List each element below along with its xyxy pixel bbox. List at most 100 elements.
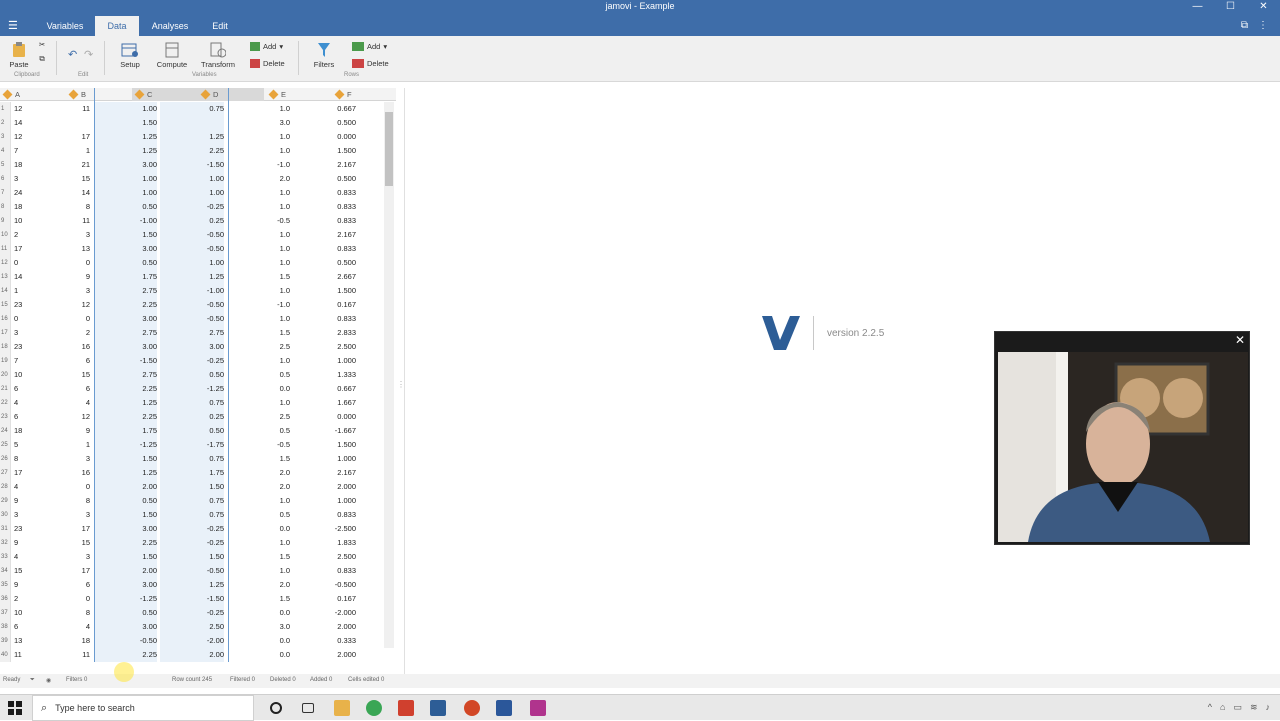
cell-d[interactable]: 0.75 <box>160 396 224 410</box>
cell-e[interactable]: 2.0 <box>240 578 290 592</box>
cell-e[interactable]: 1.5 <box>240 270 290 284</box>
column-header-e[interactable]: E <box>268 88 328 101</box>
cell-b[interactable] <box>60 116 90 130</box>
cell-d[interactable]: -0.25 <box>160 536 224 550</box>
column-header-d[interactable]: D <box>198 88 264 101</box>
cell-a[interactable]: 10 <box>14 606 54 620</box>
cell-e[interactable]: 3.0 <box>240 116 290 130</box>
cell-a[interactable]: 3 <box>14 326 54 340</box>
cell-b[interactable]: 9 <box>60 270 90 284</box>
cell-a[interactable]: 11 <box>14 648 54 662</box>
cell-a[interactable]: 17 <box>14 242 54 256</box>
compute-button[interactable]: Compute <box>154 42 190 69</box>
cell-a[interactable]: 1 <box>14 284 54 298</box>
cell-f[interactable]: 1.667 <box>300 396 356 410</box>
cell-b[interactable]: 1 <box>60 438 90 452</box>
cell-a[interactable]: 12 <box>14 102 54 116</box>
cell-f[interactable]: 0.667 <box>300 102 356 116</box>
chrome-icon[interactable] <box>366 700 382 716</box>
cell-c[interactable]: 1.50 <box>95 452 157 466</box>
cell-b[interactable]: 3 <box>60 550 90 564</box>
cell-c[interactable]: 1.00 <box>95 172 157 186</box>
cell-f[interactable]: 1.500 <box>300 438 356 452</box>
cell-b[interactable]: 11 <box>60 102 90 116</box>
cell-b[interactable]: 0 <box>60 256 90 270</box>
cell-f[interactable]: 2.667 <box>300 270 356 284</box>
cell-c[interactable]: 0.50 <box>95 256 157 270</box>
cell-b[interactable]: 12 <box>60 298 90 312</box>
tab-data[interactable]: Data <box>95 16 139 36</box>
cell-f[interactable]: 2.167 <box>300 228 356 242</box>
cell-a[interactable]: 12 <box>14 130 54 144</box>
cell-f[interactable]: 0.833 <box>300 186 356 200</box>
cell-d[interactable]: -0.25 <box>160 354 224 368</box>
mode-toggle-icon[interactable]: ⧉ <box>1241 20 1248 31</box>
cell-c[interactable]: -1.00 <box>95 214 157 228</box>
cell-f[interactable]: 0.167 <box>300 298 356 312</box>
cell-d[interactable]: 1.25 <box>160 130 224 144</box>
cell-e[interactable]: 1.0 <box>240 130 290 144</box>
cell-c[interactable]: 1.75 <box>95 270 157 284</box>
cell-c[interactable]: 1.00 <box>95 102 157 116</box>
cell-c[interactable]: 1.50 <box>95 550 157 564</box>
cell-a[interactable]: 14 <box>14 116 54 130</box>
cell-a[interactable]: 13 <box>14 634 54 648</box>
cell-d[interactable]: -1.50 <box>160 158 224 172</box>
cell-c[interactable]: 3.00 <box>95 242 157 256</box>
cell-a[interactable]: 9 <box>14 578 54 592</box>
cell-b[interactable]: 4 <box>60 620 90 634</box>
cell-a[interactable]: 2 <box>14 228 54 242</box>
cell-d[interactable]: 2.00 <box>160 648 224 662</box>
cell-f[interactable]: 0.833 <box>300 200 356 214</box>
volume-icon[interactable]: ♪ <box>1266 702 1271 713</box>
cell-f[interactable]: 1.500 <box>300 284 356 298</box>
eye-icon[interactable]: ◉ <box>46 677 51 684</box>
cell-f[interactable]: 2.000 <box>300 620 356 634</box>
cell-f[interactable]: 0.000 <box>300 130 356 144</box>
cell-b[interactable]: 21 <box>60 158 90 172</box>
cell-c[interactable]: 0.50 <box>95 200 157 214</box>
cell-e[interactable]: 3.0 <box>240 620 290 634</box>
add-variable-button[interactable]: Add ▾ <box>250 42 283 51</box>
cell-b[interactable]: 11 <box>60 214 90 228</box>
cell-f[interactable]: 1.833 <box>300 536 356 550</box>
cell-c[interactable]: 2.25 <box>95 536 157 550</box>
cell-d[interactable]: 1.50 <box>160 480 224 494</box>
cell-a[interactable]: 4 <box>14 396 54 410</box>
cell-b[interactable]: 16 <box>60 466 90 480</box>
cell-a[interactable]: 23 <box>14 298 54 312</box>
cell-c[interactable]: 3.00 <box>95 312 157 326</box>
cell-f[interactable]: 1.000 <box>300 494 356 508</box>
cell-d[interactable]: 0.50 <box>160 368 224 382</box>
cell-d[interactable]: 1.50 <box>160 550 224 564</box>
cell-c[interactable]: 2.75 <box>95 326 157 340</box>
cell-c[interactable]: 1.75 <box>95 424 157 438</box>
cell-f[interactable]: 0.833 <box>300 312 356 326</box>
cell-c[interactable]: -1.25 <box>95 438 157 452</box>
cell-b[interactable]: 6 <box>60 382 90 396</box>
cell-d[interactable]: -0.50 <box>160 228 224 242</box>
cell-f[interactable]: 2.500 <box>300 550 356 564</box>
cell-d[interactable]: -1.50 <box>160 592 224 606</box>
close-video-icon[interactable]: ✕ <box>1235 333 1245 347</box>
powerpoint-icon[interactable] <box>464 700 480 716</box>
file-explorer-icon[interactable] <box>334 700 350 716</box>
cell-e[interactable]: 2.5 <box>240 340 290 354</box>
cell-e[interactable]: 1.0 <box>240 200 290 214</box>
cell-f[interactable]: 2.500 <box>300 340 356 354</box>
cell-b[interactable]: 17 <box>60 130 90 144</box>
cell-e[interactable]: -1.0 <box>240 298 290 312</box>
transform-button[interactable]: Transform <box>198 42 238 69</box>
filter-status-icon[interactable]: ⏷ <box>30 677 35 684</box>
cell-e[interactable]: 1.0 <box>240 144 290 158</box>
cell-a[interactable]: 18 <box>14 158 54 172</box>
cell-a[interactable]: 18 <box>14 200 54 214</box>
cell-e[interactable]: 1.0 <box>240 494 290 508</box>
cell-d[interactable]: 0.75 <box>160 508 224 522</box>
cell-b[interactable]: 6 <box>60 354 90 368</box>
cell-f[interactable]: 2.167 <box>300 466 356 480</box>
menu-icon[interactable]: ☰ <box>8 20 20 32</box>
cell-a[interactable]: 23 <box>14 522 54 536</box>
cell-c[interactable]: 1.00 <box>95 186 157 200</box>
add-row-button[interactable]: Add ▾ <box>352 42 387 51</box>
